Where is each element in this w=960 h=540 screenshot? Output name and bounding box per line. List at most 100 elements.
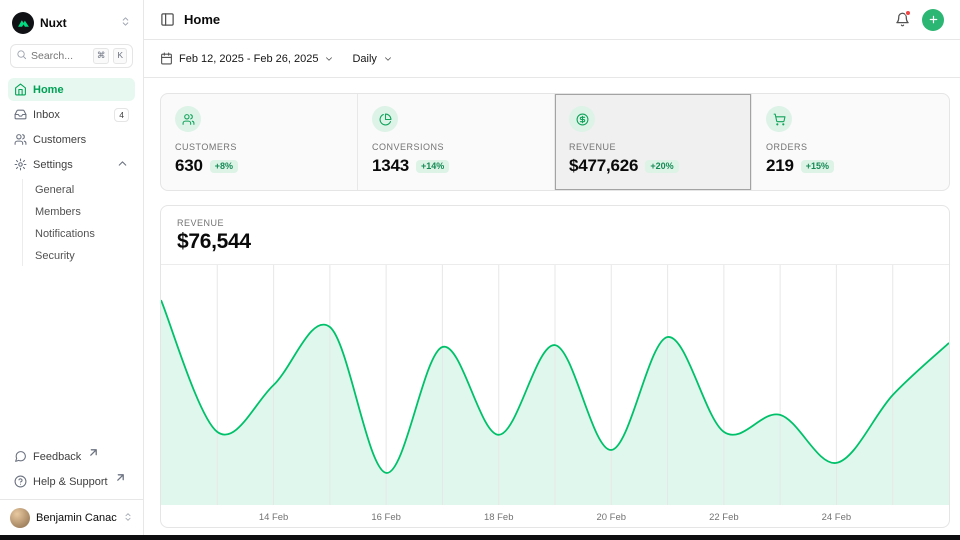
chart-current-value: $76,544 [177, 230, 933, 254]
stat-value: 1343 [372, 156, 409, 176]
workspace-name: Nuxt [40, 16, 114, 30]
main-area: Home Feb 12, 2025 - Feb 26, 2025 Daily [144, 0, 960, 540]
notification-dot [905, 10, 911, 16]
chevrons-up-down-icon [123, 509, 133, 527]
chevron-up-icon [116, 157, 129, 173]
users-icon [14, 133, 27, 146]
home-icon [14, 83, 27, 96]
sidebar-toggle-button[interactable] [160, 12, 175, 27]
gear-icon [14, 158, 27, 171]
sidebar-footer-nav: Feedback Help & Support [0, 445, 143, 493]
sidebar-item-notifications[interactable]: Notifications [29, 223, 135, 244]
frequency-select[interactable]: Daily [352, 53, 392, 65]
chevrons-up-down-icon [120, 14, 131, 32]
stats-row: CUSTOMERS 630 +8% CONVERSIONS 1343 +14% [160, 93, 950, 191]
sidebar-item-customers[interactable]: Customers [8, 128, 135, 151]
nuxt-logo-icon [12, 12, 34, 34]
stat-delta-badge: +15% [801, 160, 834, 173]
sub-item-label: General [35, 184, 74, 196]
shopping-cart-icon [766, 106, 792, 132]
svg-text:14 Feb: 14 Feb [259, 512, 288, 523]
help-circle-icon [14, 475, 27, 488]
stat-delta-badge: +14% [416, 160, 449, 173]
add-button[interactable] [922, 9, 944, 31]
settings-submenu: General Members Notifications Security [22, 179, 135, 266]
panel-left-icon [160, 12, 175, 27]
sub-item-label: Notifications [35, 228, 95, 240]
kbd-key: K [113, 48, 127, 63]
stat-card-customers[interactable]: CUSTOMERS 630 +8% [161, 94, 358, 190]
page-header: Home [144, 0, 960, 40]
dashboard-app: Nuxt ⌘ K Home Inbox 4 [0, 0, 960, 540]
stat-delta-badge: +8% [210, 160, 238, 173]
search-icon [16, 47, 27, 65]
svg-text:16 Feb: 16 Feb [371, 512, 400, 523]
plus-icon [928, 14, 939, 25]
revenue-chart-card: REVENUE $76,544 14 Feb 16 Feb 18 Feb 20 Feb… [160, 205, 950, 528]
sidebar-item-label: Inbox [33, 109, 60, 121]
frequency-label: Daily [352, 53, 376, 65]
inbox-icon [14, 108, 27, 121]
external-link-icon [114, 471, 127, 487]
content: CUSTOMERS 630 +8% CONVERSIONS 1343 +14% [144, 78, 960, 540]
sidebar-spacer [0, 267, 143, 445]
calendar-icon [160, 52, 173, 65]
message-bubble-icon [14, 450, 27, 463]
stat-value: 630 [175, 156, 203, 176]
svg-text:20 Feb: 20 Feb [597, 512, 626, 523]
sidebar-item-label: Help & Support [33, 476, 108, 488]
sidebar-item-feedback[interactable]: Feedback [8, 445, 135, 468]
user-menu[interactable]: Benjamin Canac [0, 499, 143, 540]
kbd-meta: ⌘ [93, 48, 110, 63]
stat-value: 219 [766, 156, 794, 176]
avatar [10, 508, 30, 528]
notifications-button[interactable] [895, 12, 910, 27]
stat-label: CONVERSIONS [372, 142, 540, 152]
stat-delta-badge: +20% [645, 160, 678, 173]
user-name: Benjamin Canac [36, 512, 117, 524]
workspace-switcher[interactable]: Nuxt [0, 8, 143, 44]
chart-title: REVENUE [177, 218, 933, 228]
chart-pie-icon [372, 106, 398, 132]
chart-header: REVENUE $76,544 [161, 206, 949, 265]
date-range-label: Feb 12, 2025 - Feb 26, 2025 [179, 53, 318, 65]
external-link-icon [87, 446, 100, 462]
date-range-picker[interactable]: Feb 12, 2025 - Feb 26, 2025 [160, 52, 334, 65]
sidebar-item-members[interactable]: Members [29, 201, 135, 222]
sidebar-nav: Home Inbox 4 Customers Settings General [0, 78, 143, 267]
stat-label: ORDERS [766, 142, 935, 152]
sidebar-item-security[interactable]: Security [29, 245, 135, 266]
stat-label: CUSTOMERS [175, 142, 343, 152]
page-title: Home [184, 12, 220, 27]
sub-item-label: Members [35, 206, 81, 218]
stat-value: $477,626 [569, 156, 638, 176]
sidebar-item-label: Home [33, 84, 64, 96]
svg-text:22 Feb: 22 Feb [709, 512, 738, 523]
chevron-down-icon [324, 54, 334, 64]
inbox-count-badge: 4 [114, 108, 129, 122]
stat-card-conversions[interactable]: CONVERSIONS 1343 +14% [358, 94, 555, 190]
filter-toolbar: Feb 12, 2025 - Feb 26, 2025 Daily [144, 40, 960, 78]
sidebar: Nuxt ⌘ K Home Inbox 4 [0, 0, 144, 540]
sub-item-label: Security [35, 250, 75, 262]
sidebar-item-help-support[interactable]: Help & Support [8, 470, 135, 493]
search-input[interactable] [31, 50, 89, 62]
dollar-circle-icon [569, 106, 595, 132]
users-icon [175, 106, 201, 132]
sidebar-item-settings[interactable]: Settings [8, 153, 135, 176]
stat-card-orders[interactable]: ORDERS 219 +15% [752, 94, 949, 190]
svg-text:18 Feb: 18 Feb [484, 512, 513, 523]
stat-card-revenue[interactable]: REVENUE $477,626 +20% [555, 94, 752, 190]
sidebar-item-general[interactable]: General [29, 179, 135, 200]
revenue-chart-svg: 14 Feb 16 Feb 18 Feb 20 Feb 22 Feb 24 Feb [161, 265, 949, 527]
stat-label: REVENUE [569, 142, 737, 152]
sidebar-item-label: Settings [33, 159, 73, 171]
sidebar-item-label: Customers [33, 134, 86, 146]
svg-text:24 Feb: 24 Feb [822, 512, 851, 523]
header-actions [895, 9, 944, 31]
sidebar-item-label: Feedback [33, 451, 81, 463]
sidebar-item-inbox[interactable]: Inbox 4 [8, 103, 135, 126]
bottom-edge-bar [0, 535, 960, 540]
sidebar-item-home[interactable]: Home [8, 78, 135, 101]
search-box[interactable]: ⌘ K [10, 44, 133, 68]
